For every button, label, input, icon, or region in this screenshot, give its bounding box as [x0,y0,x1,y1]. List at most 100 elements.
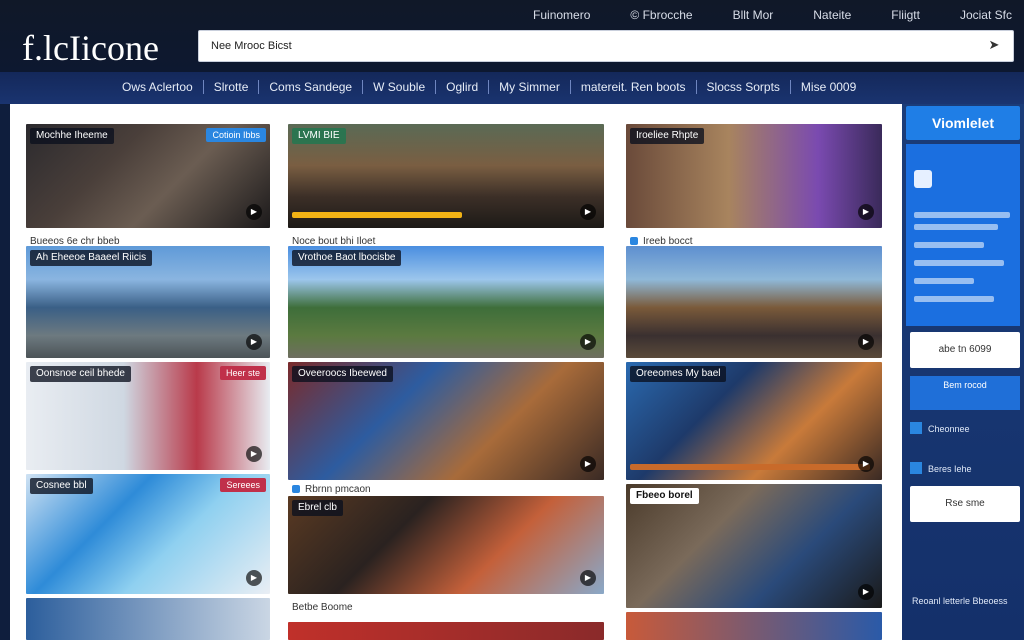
video-thumbnail[interactable]: LVMI BIE ▶ [288,124,604,228]
sidebar-white-box[interactable]: abe tn 6099 [910,332,1020,368]
sidebar-blue-box[interactable]: Bem rocod [910,376,1020,410]
play-icon[interactable]: ▶ [858,584,874,600]
content-grid: Mochhe Iheeme Cotioin Ibbs ▶ Bueeos 6e c… [10,104,902,640]
video-card[interactable]: Ah Eheeoe Baaeel Riicis ▶ [26,246,270,358]
video-card[interactable]: Mochhe Iheeme Cotioin Ibbs ▶ Bueeos 6e c… [26,124,270,247]
video-thumbnail[interactable]: Ah Eheeoe Baaeel Riicis ▶ [26,246,270,358]
video-thumbnail[interactable]: Oveeroocs Ibeewed ▶ [288,362,604,480]
category-link[interactable]: Oglird [435,80,488,94]
video-card[interactable]: Oonsnoe ceil bhede Heer ste ▶ [26,362,270,470]
category-nav: Ows Aclertoo Slrotte Coms Sandege W Soub… [0,72,1024,104]
category-link[interactable]: matereit. Ren boots [569,80,696,94]
sidebar-white-label: Rse sme [945,498,985,509]
play-icon[interactable]: ▶ [246,446,262,462]
video-badge: Cotioin Ibbs [206,128,266,142]
video-thumbnail[interactable]: Oreeomes My bael ▶ [626,362,882,480]
video-thumbnail[interactable]: Iroeliee Rhpte ▶ [626,124,882,228]
top-nav-item[interactable]: © Fbrocche [630,6,692,24]
text-line [914,212,1010,218]
send-arrow-icon[interactable]: ➤ [987,38,1001,52]
video-card[interactable]: Fbeeo borel ▶ [626,484,882,608]
video-title: LVMI BIE [292,128,346,144]
text-line [914,260,1004,266]
top-nav-item[interactable]: Jociat Sfc [960,6,1012,24]
category-link[interactable]: Slrotte [202,80,259,94]
play-icon[interactable]: ▶ [246,334,262,350]
progress-bar [630,464,870,470]
video-thumbnail[interactable]: Fbeeo borel ▶ [626,484,882,608]
square-icon [910,462,922,474]
square-icon [910,422,922,434]
video-badge: Sereees [220,478,266,492]
video-thumbnail[interactable]: Ebrel clb ▶ [288,496,604,594]
video-thumbnail[interactable] [26,598,270,640]
video-card[interactable]: Iroeliee Rhpte ▶ Ireeb bocct [626,124,882,247]
video-title: Cosnee bbl [30,478,93,494]
play-icon[interactable]: ▶ [246,570,262,586]
video-title: Mochhe Iheeme [30,128,114,144]
play-icon[interactable]: ▶ [858,204,874,220]
search-input[interactable] [211,31,971,61]
right-sidebar: Viomlelet abe tn 6099 Bem rocod Cheonnee… [902,104,1024,640]
category-link[interactable]: Slocss Sorpts [695,80,790,94]
play-icon[interactable]: ▶ [858,334,874,350]
sidebar-row[interactable]: Cheonnee [910,422,970,434]
sidebar-cta-button[interactable]: Viomlelet [906,106,1020,140]
sidebar-row[interactable]: Beres Iehe [910,462,972,474]
video-card[interactable]: Betbe Boome [288,600,604,640]
top-bar: f.lcIicone Fuinomero © Fbrocche Bllt Mor… [0,0,1024,72]
top-nav-item[interactable]: Bllt Mor [733,6,774,24]
play-icon[interactable]: ▶ [580,456,596,472]
top-nav-item[interactable]: Fuinomero [533,6,590,24]
top-nav-item[interactable]: Fliigtt [891,6,920,24]
site-logo[interactable]: f.lcIicone [22,28,159,68]
video-card[interactable]: Cosnee bbl Sereees ▶ [26,474,270,594]
sidebar-blue-title: Bem rocod [943,380,987,390]
video-badge: Heer ste [219,366,266,380]
video-title: Iroeliee Rhpte [630,128,705,144]
video-card[interactable]: Oreeomes My bael ▶ [626,362,882,480]
play-icon[interactable]: ▶ [580,334,596,350]
category-link[interactable]: My Simmer [488,80,570,94]
play-icon[interactable]: ▶ [246,204,262,220]
video-card[interactable]: Vrothoe Baot lbocisbe ▶ [288,246,604,358]
video-thumbnail[interactable]: ▶ [626,246,882,358]
video-card[interactable] [626,612,882,640]
video-card[interactable]: Oveeroocs Ibeewed ▶ [288,362,604,480]
sidebar-white-box[interactable]: Rse sme [910,486,1020,522]
category-link[interactable]: W Souble [362,80,435,94]
video-thumbnail[interactable] [288,622,604,640]
search-bar: ➤ [198,30,1014,62]
video-title: Oonsnoe ceil bhede [30,366,131,382]
video-title: Vrothoe Baot lbocisbe [292,250,402,266]
sidebar-panel [906,144,1020,326]
video-title: Oveeroocs Ibeewed [292,366,393,382]
video-caption: Betbe Boome [292,602,353,613]
video-thumbnail[interactable]: Mochhe Iheeme Cotioin Ibbs ▶ [26,124,270,228]
category-link[interactable]: Mise 0009 [789,80,866,94]
video-title: Ebrel clb [292,500,343,516]
play-icon[interactable]: ▶ [858,456,874,472]
video-thumbnail[interactable] [626,612,882,640]
category-link[interactable]: Ows Aclertoo [112,80,203,94]
video-thumbnail[interactable]: Cosnee bbl Sereees ▶ [26,474,270,594]
text-line [914,224,998,230]
video-card[interactable]: ▶ [626,246,882,358]
caption-icon [630,237,638,245]
video-title: Fbeeo borel [630,488,699,504]
video-thumbnail[interactable]: Oonsnoe ceil bhede Heer ste ▶ [26,362,270,470]
video-card[interactable]: LVMI BIE ▶ Noce bout bhi Iloet [288,124,604,247]
play-icon[interactable]: ▶ [580,570,596,586]
video-card[interactable] [26,598,270,640]
top-nav-item[interactable]: Nateite [813,6,851,24]
caption-icon [292,485,300,493]
app-icon [914,170,932,188]
text-line [914,296,994,302]
play-icon[interactable]: ▶ [580,204,596,220]
progress-bar [292,212,462,218]
video-title: Ah Eheeoe Baaeel Riicis [30,250,153,266]
text-line [914,242,984,248]
category-link[interactable]: Coms Sandege [258,80,362,94]
video-card[interactable]: Ebrel clb ▶ Rbrnn pmcaon [288,484,604,596]
video-thumbnail[interactable]: Vrothoe Baot lbocisbe ▶ [288,246,604,358]
